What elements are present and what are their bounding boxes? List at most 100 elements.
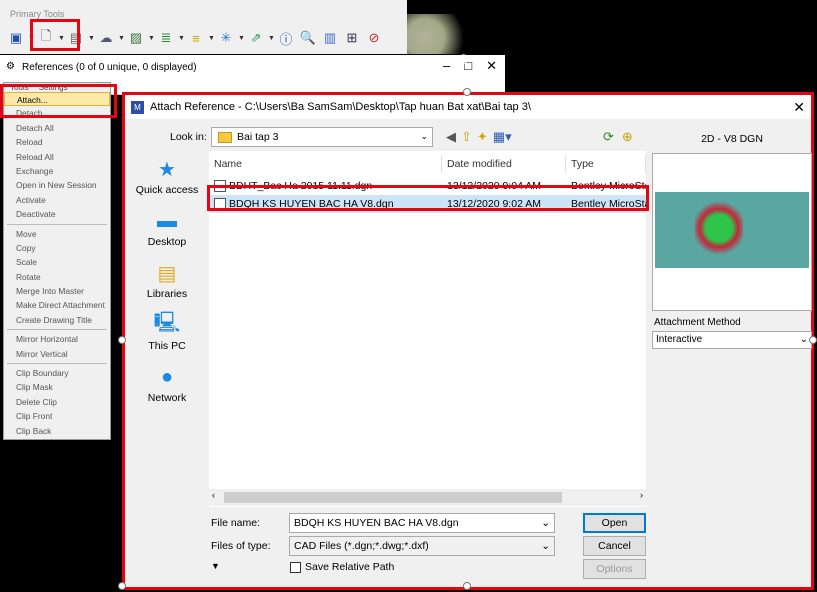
menu-item-merge-into-master[interactable]: Merge Into Master	[4, 284, 110, 298]
dialog-titlebar: M Attach Reference - C:\Users\Ba SamSam\…	[125, 95, 811, 119]
menu-item-copy[interactable]: Copy	[4, 241, 110, 255]
layers-icon[interactable]: ≡	[186, 28, 206, 48]
places-bar: ★ Quick access ▬ Desktop ▤ Libraries 🖳 T…	[131, 157, 203, 417]
column-type[interactable]: Type	[566, 155, 646, 173]
resize-handle[interactable]	[118, 336, 126, 344]
menu-item-rotate[interactable]: Rotate	[4, 270, 110, 284]
menu-item-clip-boundary[interactable]: Clip Boundary	[4, 366, 110, 380]
file-name-field[interactable]: BDQH KS HUYEN BAC HA V8.dgn ⌄	[289, 513, 555, 533]
info-icon[interactable]: ⓘ	[276, 28, 296, 48]
new-folder-icon[interactable]: ✦	[477, 129, 488, 145]
menu-item-detach-all[interactable]: Detach All	[4, 121, 110, 135]
expand-icon[interactable]: ▼	[211, 561, 220, 571]
primary-tools-toolbar: Primary Tools ▣ ▼ 🗋 ▼ ▤ ▼ ☁ ▼ ▨ ▼ ≣ ▼ ≡ ▼ ✳ ▼ ⇗ ▼…	[0, 0, 407, 54]
disable-icon[interactable]: ⊘	[364, 28, 384, 48]
minimize-icon[interactable]: –	[443, 58, 450, 74]
up-folder-icon[interactable]: ⇧	[461, 129, 472, 145]
menu-item-deactivate[interactable]: Deactivate	[4, 207, 110, 221]
chevron-down-icon[interactable]: ▼	[268, 35, 275, 42]
chevron-down-icon[interactable]: ▼	[178, 35, 185, 42]
menu-item-create-drawing-title[interactable]: Create Drawing Title	[4, 313, 110, 327]
view-menu-icon[interactable]: ▦▾	[493, 129, 512, 145]
look-in-combo[interactable]: Bai tap 3 ⌄	[211, 127, 433, 147]
attach-tool-highlight	[30, 19, 80, 51]
background-map-fragment	[407, 14, 467, 54]
resize-handle[interactable]	[809, 336, 817, 344]
menu-item-activate[interactable]: Activate	[4, 193, 110, 207]
primary-tools-title: Primary Tools	[10, 9, 65, 19]
chevron-down-icon[interactable]: ▼	[208, 35, 215, 42]
menu-item-delete-clip[interactable]: Delete Clip	[4, 395, 110, 409]
menu-items: Attach... Detach Detach All Reload Reload Al…	[4, 92, 110, 438]
file-list-header: Name Date modified Type	[209, 155, 646, 173]
references-icon: ⚙	[6, 61, 15, 72]
checkbox[interactable]	[290, 561, 301, 573]
place-network[interactable]: ● Network	[131, 365, 203, 417]
menu-item-mirror-horizontal[interactable]: Mirror Horizontal	[4, 332, 110, 346]
chevron-down-icon[interactable]: ▼	[148, 35, 155, 42]
preview-label: 2D - V8 DGN	[701, 133, 763, 145]
open-button[interactable]: Open	[583, 513, 646, 533]
menu-item-scale[interactable]: Scale	[4, 255, 110, 269]
refresh-icon[interactable]: ⟳	[603, 129, 614, 145]
resize-handle[interactable]	[463, 88, 471, 96]
add-icon[interactable]: ⊕	[622, 129, 633, 145]
menu-item-open-in-new-session[interactable]: Open in New Session	[4, 178, 110, 192]
files-of-type-value: CAD Files (*.dgn;*.dwg;*.dxf)	[294, 540, 429, 552]
chevron-down-icon[interactable]: ▼	[238, 35, 245, 42]
pc-icon: 🖳	[153, 312, 181, 334]
menu-item-clip-mask[interactable]: Clip Mask	[4, 380, 110, 394]
desktop-icon: ▬	[157, 209, 177, 232]
selected-file-highlight	[207, 185, 649, 211]
chart-icon[interactable]: ▥	[320, 28, 340, 48]
scrollbar-thumb[interactable]	[224, 492, 562, 503]
horizontal-scrollbar[interactable]: ‹ ›	[209, 489, 646, 506]
column-date[interactable]: Date modified	[442, 155, 566, 173]
cancel-button[interactable]: Cancel	[583, 536, 646, 556]
rotate-handle-icon[interactable]: ⟳	[458, 50, 471, 70]
chevron-down-icon[interactable]: ▼	[88, 35, 95, 42]
look-in-label: Look in:	[170, 131, 207, 143]
menu-item-move[interactable]: Move	[4, 227, 110, 241]
attach-menu-highlight	[0, 84, 117, 118]
close-icon[interactable]: ✕	[793, 99, 805, 116]
menu-item-reload[interactable]: Reload	[4, 135, 110, 149]
search-icon[interactable]: 🔍	[298, 28, 318, 48]
menu-item-reload-all[interactable]: Reload All	[4, 150, 110, 164]
resize-handle[interactable]	[463, 582, 471, 590]
save-relative-path-checkbox[interactable]: Save Relative Path	[290, 561, 394, 573]
column-name[interactable]: Name	[209, 155, 442, 173]
star-icon: ★	[158, 158, 176, 181]
chevron-down-icon[interactable]: ⌄	[541, 514, 550, 532]
menu-item-mirror-vertical[interactable]: Mirror Vertical	[4, 347, 110, 361]
image-icon[interactable]: ▨	[126, 28, 146, 48]
place-quick-access[interactable]: ★ Quick access	[131, 157, 203, 209]
files-of-type-select[interactable]: CAD Files (*.dgn;*.dwg;*.dxf) ⌄	[289, 536, 555, 556]
model-icon[interactable]: ≣	[156, 28, 176, 48]
chevron-down-icon[interactable]: ▼	[118, 35, 125, 42]
grid-icon[interactable]: ⊞	[342, 28, 362, 48]
menu-item-clip-front[interactable]: Clip Front	[4, 409, 110, 423]
raster-icon[interactable]: ☁	[96, 28, 116, 48]
attachment-method-select[interactable]: Interactive ⌄	[652, 331, 812, 349]
menu-item-clip-back[interactable]: Clip Back	[4, 424, 110, 438]
resize-handle[interactable]	[118, 582, 126, 590]
references-title: References (0 of 0 unique, 0 displayed)	[22, 62, 197, 73]
scroll-left-icon[interactable]: ‹	[212, 490, 215, 500]
place-libraries[interactable]: ▤ Libraries	[131, 261, 203, 313]
place-desktop[interactable]: ▬ Desktop	[131, 209, 203, 261]
scroll-right-icon[interactable]: ›	[640, 490, 643, 500]
map-shape	[695, 198, 743, 258]
menu-item-make-direct-attachment[interactable]: Make Direct Attachment	[4, 298, 110, 312]
nav-icon[interactable]: ⇗	[246, 28, 266, 48]
light-icon[interactable]: ✳	[216, 28, 236, 48]
dialog-title: Attach Reference - C:\Users\Ba SamSam\De…	[150, 101, 531, 113]
menu-separator	[7, 363, 107, 365]
options-button[interactable]: Options	[583, 559, 646, 579]
window-icon[interactable]: ▣	[6, 28, 26, 48]
menu-item-exchange[interactable]: Exchange	[4, 164, 110, 178]
back-icon[interactable]: ◀	[446, 129, 456, 145]
close-icon[interactable]: ✕	[486, 58, 497, 74]
place-label: This PC	[148, 340, 186, 352]
place-this-pc[interactable]: 🖳 This PC	[131, 312, 203, 365]
